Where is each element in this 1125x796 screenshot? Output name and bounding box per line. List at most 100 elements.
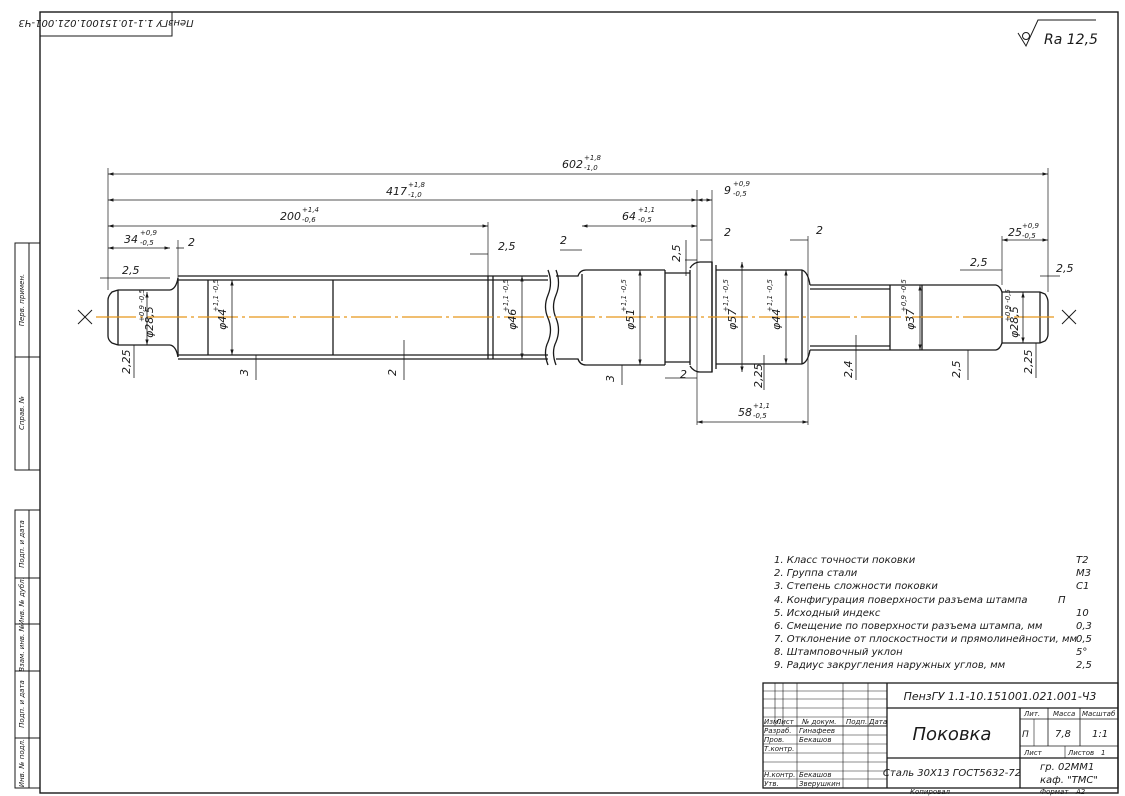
technical-notes: 1. Класс точности поковки Т2 2. Группа с… [774,555,1092,671]
dim-200-lower: -0,6 [302,216,316,224]
dim-417: 417 [386,185,407,198]
tb-razrab-label: Разраб. [764,727,792,735]
tb-doc-number: ПензГУ 1.1-10.151001.021.001-Ч3 [904,690,1097,703]
tb-col-list: Лист [775,718,795,726]
dim-34: 34 [124,233,138,246]
tb-tkontr-label: Т.контр. [764,745,794,753]
side-sprav-no: Справ. № [18,396,26,430]
vertical-dim-marks [133,240,1037,390]
tb-utv-label: Утв. [764,780,779,788]
note-9-value: 2,5 [1076,660,1092,671]
dia-37-tol: +0,9 -0,5 [900,279,908,312]
note-6: 6. Смещение по поверхности разъема штамп… [774,621,1043,632]
side-podp-data-2: Подп. и дата [18,680,26,728]
dim-64-upper: +1,1 [638,206,655,214]
tb-material: Сталь 30Х13 ГОСТ5632-72 [883,768,1021,779]
dim-200: 200 [280,210,301,223]
note-4: 4. Конфигурация поверхности разъема штам… [774,595,1027,606]
note-9: 9. Радиус закругления наружных углов, мм [774,660,1006,671]
tb-col-sign: Подп. [846,718,867,726]
tb-scale-value: 1:1 [1092,729,1108,740]
dim-34-upper: +0,9 [140,229,158,237]
dim-225-b: 2,25 [752,364,765,389]
dim-overall-upper: +1,8 [584,154,602,162]
dia-51-tol: +1,1 -0,5 [620,279,628,312]
tb-format-value: А2 [1075,788,1086,796]
side-inv-dubl: Инв. № дубл. [18,577,26,625]
note-7: 7. Отклонение от плоскостности и прямоли… [774,634,1078,645]
dimension-texts: 602 +1,8 -1,0 417 +1,8 -1,0 200 +1,4 -0,… [120,154,1074,420]
drawing-frame [39,11,1119,794]
tb-scale-label: Масштаб [1082,710,1116,718]
dim-58-lower: -0,5 [753,412,767,420]
tb-col-date: Дата [868,718,887,726]
dim-9: 9 [724,184,731,197]
side-inv-podl: Инв. № подл. [18,739,26,787]
tb-prov-name: Бекашов [799,736,831,744]
tb-mass-label: Масса [1053,710,1075,718]
tb-sheet-label: Лист [1023,749,1043,757]
dim-2-a: 2 [188,236,195,249]
tb-lit-label: Лит. [1023,710,1040,718]
note-1-value: Т2 [1076,555,1088,566]
dim-25-c: 2,5 [970,256,988,269]
tb-nkontr-label: Н.контр. [764,771,795,779]
dim-2-f: 2 [386,369,399,376]
dia-44-left-tol: +1,1 -0,5 [212,279,220,312]
dim-2-e: 2 [680,368,687,381]
note-1: 1. Класс точности поковки [774,555,916,566]
tb-utv-name: Зверушкин [799,780,841,788]
tb-dept: каф. "ТМС" [1040,775,1098,786]
dia-57-tol: +1,1 -0,5 [722,279,730,312]
note-2: 2. Группа стали [774,568,858,579]
side-perv-primen: Перв. примен. [18,274,26,327]
dimension-lines [100,172,1060,424]
tb-razrab-name: Гинафеев [799,727,835,735]
dim-3-b: 3 [604,375,617,382]
dia-285-left-tol: +0,9 -0,5 [138,289,146,322]
note-3-value: С1 [1076,581,1089,592]
tb-mass-value: 7,8 [1055,729,1071,740]
note-8: 8. Штамповочный уклон [774,647,903,658]
technical-drawing: ПензГУ 1.1-10.151001.021.001-Ч3 Ra 12,5 … [14,11,1119,796]
note-8-value: 5° [1076,647,1087,658]
dim-34-lower: -0,5 [140,239,154,247]
dia-285-right-tol: +0,9 -0,5 [1004,289,1012,322]
tb-sheets-label: Листов [1067,749,1094,757]
dim-2-d: 2 [816,224,823,237]
tb-part-name: Поковка [913,724,992,745]
side-podp-data-1: Подп. и дата [18,520,26,568]
dim-9-lower: -0,5 [733,190,747,198]
tb-lit-value: П [1022,730,1029,740]
tb-prov-label: Пров. [764,736,784,744]
note-4-value: П [1058,595,1066,606]
dim-417-lower: -1,0 [408,191,422,199]
note-3: 3. Степень сложности поковки [774,581,938,592]
dim-225-a: 2,25 [120,350,133,375]
dim-25-d: 2,5 [1056,262,1074,275]
dim-25-a: 2,5 [122,264,140,277]
doc-code-rotated: ПензГУ 1.1-10.151001.021.001-Ч3 [18,17,193,28]
dim-2-c: 2 [724,226,731,239]
side-vzam-inv: Взам. инв. № [18,624,26,672]
dim-25-e: 2,5 [670,245,683,263]
note-2-value: М3 [1076,568,1091,579]
dim-overall-lower: -1,0 [584,164,598,172]
dim-overall: 602 [562,158,583,171]
dim-25-b: 2,5 [498,240,516,253]
note-5: 5. Исходный индекс [774,608,881,619]
roughness-value: Ra 12,5 [1044,32,1098,48]
dim-2-b: 2 [560,234,567,247]
tb-copied: Копировал [910,788,951,796]
dim-3-a: 3 [238,369,251,376]
note-7-value: 0,5 [1076,634,1092,645]
dim-64: 64 [622,210,636,223]
note-5-value: 10 [1076,608,1089,619]
tb-group: гр. 02ММ1 [1040,762,1094,773]
dim-58-upper: +1,1 [753,402,770,410]
dim-25-upper: +0,9 [1022,222,1040,230]
dim-225-c: 2,25 [1022,350,1035,375]
tb-format-label: Формат [1040,788,1069,796]
note-6-value: 0,3 [1076,621,1092,632]
tb-sheets-value: 1 [1101,749,1105,757]
